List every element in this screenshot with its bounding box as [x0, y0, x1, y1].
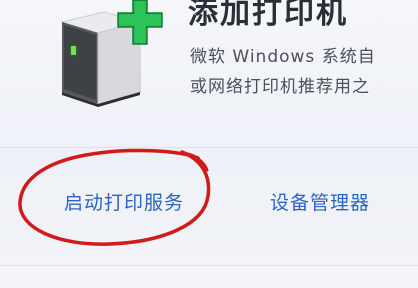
- section-divider: [0, 147, 418, 148]
- add-printer-panel: 添加打印机 微软 Windows 系统自 或网络打印机推荐用之 启动打印服务 设…: [0, 0, 418, 288]
- plus-icon: [117, 0, 163, 45]
- device-manager-link[interactable]: 设备管理器: [270, 188, 370, 215]
- panel-description-line1: 微软 Windows 系统自: [190, 47, 376, 67]
- bottom-divider: [0, 265, 418, 266]
- panel-description-line2: 或网络打印机推荐用之: [190, 77, 370, 97]
- panel-title: 添加打印机: [188, 0, 348, 31]
- start-print-service-link[interactable]: 启动打印服务: [64, 188, 184, 215]
